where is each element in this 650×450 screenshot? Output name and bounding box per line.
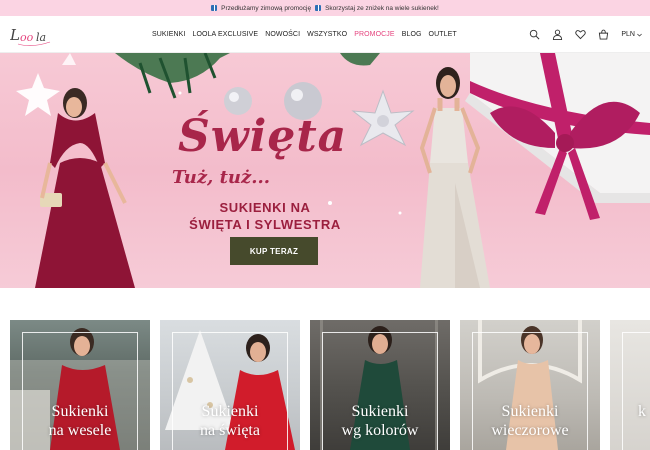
category-label-line2: wieczorowe xyxy=(491,422,569,439)
category-label: k xyxy=(638,402,650,421)
hero-text: SUKIENKI NA ŚWIĘTA I SYLWESTRA xyxy=(180,199,350,233)
site-header: L oo la SUKIENKI LOOLA EXCLUSIVE NOWOŚCI… xyxy=(0,16,650,53)
nav-loola-exclusive[interactable]: LOOLA EXCLUSIVE xyxy=(192,31,258,38)
promo-bar: Przedłużamy zimową promocję Skorzystaj z… xyxy=(0,0,650,16)
nav-nowosci[interactable]: NOWOŚCI xyxy=(265,31,300,38)
category-label-line1: Sukienki xyxy=(501,403,559,420)
category-label-line2: na wesele xyxy=(48,422,112,439)
currency-selector[interactable]: PLN xyxy=(621,31,642,38)
hero-artwork xyxy=(16,53,650,288)
header-icons: PLN xyxy=(529,16,642,53)
hero-text-line1: SUKIENKI NA xyxy=(219,200,311,215)
category-label-line1: Sukienki xyxy=(201,403,259,420)
category-label: Sukienki wieczorowe xyxy=(460,402,600,440)
category-tile-evening[interactable]: Sukienki wieczorowe xyxy=(460,320,600,450)
svg-text:oo: oo xyxy=(20,31,34,44)
promo-text-2: Skorzystaj ze zniżek na wiele sukienek! xyxy=(325,4,439,12)
hero-text-line2: ŚWIĘTA I SYLWESTRA xyxy=(189,217,341,232)
shop-now-button[interactable]: KUP TERAZ xyxy=(230,237,318,265)
main-nav: SUKIENKI LOOLA EXCLUSIVE NOWOŚCI WSZYSTK… xyxy=(152,16,457,53)
nav-outlet[interactable]: OUTLET xyxy=(429,31,457,38)
currency-label: PLN xyxy=(621,31,635,38)
svg-text:L: L xyxy=(10,26,20,44)
user-icon[interactable] xyxy=(552,29,563,40)
tile-frame xyxy=(622,332,650,450)
promo-text-1: Przedłużamy zimową promocję xyxy=(221,4,312,12)
search-icon[interactable] xyxy=(529,29,540,40)
category-label-line2: k xyxy=(638,403,646,420)
nav-sukienki[interactable]: SUKIENKI xyxy=(152,31,185,38)
category-label-line2: wg kolorów xyxy=(341,422,419,439)
heart-icon[interactable] xyxy=(575,29,587,40)
hero-subtitle: Tuż, tuż... xyxy=(172,167,271,188)
nav-blog[interactable]: BLOG xyxy=(402,31,422,38)
cart-icon[interactable] xyxy=(598,29,609,40)
category-tile-colors[interactable]: Sukienki wg kolorów xyxy=(310,320,450,450)
nav-wszystko[interactable]: WSZYSTKO xyxy=(307,31,347,38)
hero-banner[interactable]: Święta Tuż, tuż... SUKIENKI NA ŚWIĘTA I … xyxy=(0,53,650,288)
category-label: Sukienki wg kolorów xyxy=(310,402,450,440)
gift-icon xyxy=(211,5,218,11)
chevron-down-icon xyxy=(637,33,642,37)
logo[interactable]: L oo la xyxy=(10,22,54,48)
category-label: Sukienki na święta xyxy=(160,402,300,440)
category-label: Sukienki na wesele xyxy=(10,402,150,440)
category-tiles: Sukienki na wesele Sukienki na święta Su… xyxy=(10,320,650,450)
category-tile-partial[interactable]: k xyxy=(610,320,650,450)
category-label-line2: na święta xyxy=(200,422,260,439)
hero-title: Święta xyxy=(178,111,348,162)
category-label-line1: Sukienki xyxy=(351,403,409,420)
model-red-dress xyxy=(35,88,135,288)
nav-promocje[interactable]: PROMOCJE xyxy=(354,31,394,38)
category-tile-wedding[interactable]: Sukienki na wesele xyxy=(10,320,150,450)
gift-icon xyxy=(315,5,322,11)
svg-text:la: la xyxy=(36,31,46,44)
category-tile-christmas[interactable]: Sukienki na święta xyxy=(160,320,300,450)
category-label-line1: Sukienki xyxy=(51,403,109,420)
